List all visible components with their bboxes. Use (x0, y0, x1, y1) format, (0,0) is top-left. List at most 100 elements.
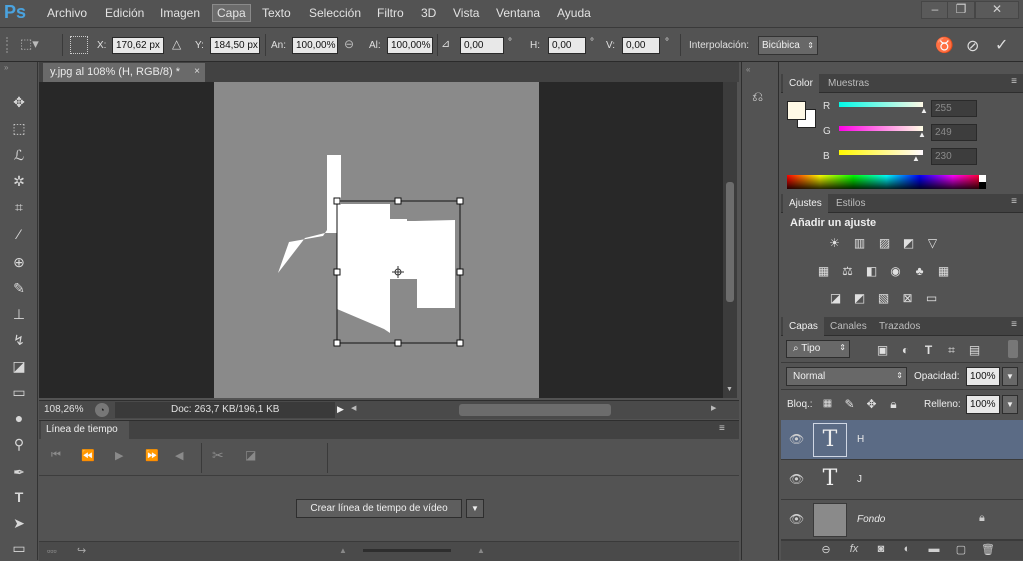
split-icon[interactable]: ✂ (212, 447, 224, 464)
add-mask-icon[interactable]: ◙ (873, 543, 889, 557)
color-panel-menu-icon[interactable]: ≡ (1011, 76, 1017, 87)
x-field[interactable]: 170,62 px (112, 37, 164, 54)
filter-shape-icon[interactable]: ⌗ (943, 343, 960, 357)
layer-row-j[interactable]: 👁︎ T J (781, 460, 1023, 500)
play-icon[interactable]: ▶ (115, 449, 123, 462)
lock-transparent-icon[interactable]: ▦ (819, 397, 836, 411)
foreground-color-swatch[interactable] (787, 101, 806, 120)
stamp-tool-icon[interactable]: ⊥ (9, 304, 29, 324)
h-skew-field[interactable]: 0,00 (548, 37, 586, 54)
adjust-panel-menu-icon[interactable]: ≡ (1011, 196, 1017, 207)
handle-top[interactable] (394, 197, 402, 205)
invert-icon[interactable]: ◪ (827, 291, 844, 305)
tab-estilos[interactable]: Estilos (830, 194, 871, 213)
panel-menu-icon[interactable]: ≡ (719, 423, 725, 434)
history-icon[interactable]: ⎌ (752, 88, 763, 105)
scroll-down-icon[interactable]: ▼ (726, 386, 733, 393)
v-skew-field[interactable]: 0,00 (622, 37, 660, 54)
b-slider[interactable] (839, 150, 923, 155)
visibility-eye-icon[interactable]: 👁︎ (789, 512, 804, 526)
new-group-icon[interactable]: ▬ (926, 543, 942, 557)
tab-muestras[interactable]: Muestras (822, 74, 875, 93)
posterize-icon[interactable]: ◩ (851, 291, 868, 305)
horizontal-scroll-thumb[interactable] (459, 404, 611, 416)
prev-frame-icon[interactable]: ⏪ (81, 449, 95, 462)
layer-filter-select[interactable]: ⌕ Tipo ⇕ (786, 340, 850, 358)
layer-name[interactable]: Fondo (857, 514, 885, 525)
first-frame-icon[interactable]: ⏮ (51, 449, 61, 462)
eyedropper-tool-icon[interactable]: ⁄ (9, 224, 29, 244)
channel-mixer-icon[interactable]: ♣ (911, 264, 928, 278)
lock-position-icon[interactable]: ✥ (863, 397, 880, 411)
render-icon[interactable]: ↪ (77, 544, 86, 557)
opacity-field[interactable]: 100% (966, 367, 1000, 386)
history-brush-icon[interactable]: ↯ (9, 330, 29, 350)
menu-imagen[interactable]: Imagen (160, 6, 200, 20)
layer-row-h[interactable]: 👁︎ T H (781, 420, 1023, 460)
new-adjustment-icon[interactable]: ◐ (899, 543, 915, 557)
scroll-left-icon[interactable]: ◀ (351, 404, 356, 412)
filter-smart-icon[interactable]: ▤ (966, 343, 983, 357)
angle-field[interactable]: 0,00 (460, 37, 504, 54)
exposure-icon[interactable]: ◩ (900, 236, 917, 250)
zoom-level[interactable]: 108,26% (44, 404, 83, 415)
vibrance-icon[interactable]: ▽ (924, 236, 941, 250)
close-window-button[interactable]: ✕ (975, 1, 1019, 19)
b-slider-thumb-icon[interactable]: ▲ (912, 154, 920, 163)
scroll-right-icon[interactable]: ▶ (711, 404, 716, 412)
menu-filtro[interactable]: Filtro (377, 6, 404, 20)
transform-tool-icon[interactable]: ⬚▾ (20, 36, 42, 54)
b-field[interactable]: 230 (931, 148, 977, 165)
g-slider-thumb-icon[interactable]: ▲ (918, 130, 926, 139)
blur-tool-icon[interactable]: ● (9, 408, 29, 428)
timeline-dropdown-icon[interactable]: ▼ (466, 499, 484, 518)
warp-icon[interactable]: ♉ (935, 36, 954, 54)
new-layer-icon[interactable]: ▢ (953, 543, 969, 557)
vertical-scroll-thumb[interactable] (726, 182, 734, 302)
create-video-timeline-button[interactable]: Crear línea de tiempo de vídeo (296, 499, 462, 518)
eraser-tool-icon[interactable]: ◪ (9, 356, 29, 376)
marquee-tool-icon[interactable]: ⬚ (9, 118, 29, 138)
tab-ajustes[interactable]: Ajustes (783, 194, 828, 213)
type-tool-icon[interactable]: T (9, 487, 29, 507)
timeline-tab[interactable]: Línea de tiempo (41, 421, 129, 439)
collapse-icon[interactable]: » (4, 64, 34, 72)
lock-pixels-icon[interactable]: ✎ (841, 397, 858, 411)
handle-top-left[interactable] (333, 197, 341, 205)
filter-adjust-icon[interactable]: ◐ (897, 343, 914, 357)
gradient-tool-icon[interactable]: ▭ (9, 382, 29, 402)
hue-saturation-icon[interactable]: ▦ (815, 264, 832, 278)
handle-top-right[interactable] (456, 197, 464, 205)
curves-icon[interactable]: ▨ (876, 236, 893, 250)
menu-3d[interactable]: 3D (421, 6, 436, 20)
visibility-eye-icon[interactable]: 👁︎ (789, 472, 804, 486)
menu-ventana[interactable]: Ventana (496, 6, 540, 20)
magic-wand-icon[interactable]: ✲ (9, 171, 29, 191)
layer-name[interactable]: J (857, 474, 862, 485)
layers-panel-menu-icon[interactable]: ≡ (1011, 319, 1017, 330)
handle-bottom-right[interactable] (456, 339, 464, 347)
shape-tool-icon[interactable]: ▭ (9, 538, 29, 558)
cancel-transform-icon[interactable]: ⊘ (966, 36, 984, 55)
menu-capa[interactable]: Capa (212, 4, 251, 22)
commit-transform-icon[interactable]: ✓ (995, 35, 1013, 54)
document-tab[interactable]: y.jpg al 108% (H, RGB/8) * × (43, 63, 205, 82)
fill-dropdown-icon[interactable]: ▼ (1002, 395, 1018, 414)
filter-toggle[interactable] (1008, 340, 1018, 358)
expand-icon[interactable]: « (746, 65, 750, 74)
zoom-out-icon[interactable]: ▲ (339, 546, 347, 555)
menu-edicion[interactable]: Edición (105, 6, 144, 20)
menu-seleccion[interactable]: Selección (309, 6, 361, 20)
delta-icon[interactable]: △ (172, 37, 184, 51)
timeline-zoom-slider[interactable] (363, 549, 451, 552)
crop-tool-icon[interactable]: ⌗ (9, 197, 29, 217)
filter-pixel-icon[interactable]: ▣ (874, 343, 891, 357)
link-icon[interactable]: ⊖ (344, 37, 358, 51)
visibility-eye-icon[interactable]: 👁︎ (789, 432, 804, 446)
status-menu-arrow-icon[interactable]: ▶ (337, 404, 344, 415)
brush-tool-icon[interactable]: ✎ (9, 278, 29, 298)
black-white-icon[interactable]: ◧ (863, 264, 880, 278)
handle-bottom-left[interactable] (333, 339, 341, 347)
delete-layer-icon[interactable]: 🗑︎ (980, 543, 996, 557)
link-layers-icon[interactable]: ⊖ (818, 543, 834, 557)
